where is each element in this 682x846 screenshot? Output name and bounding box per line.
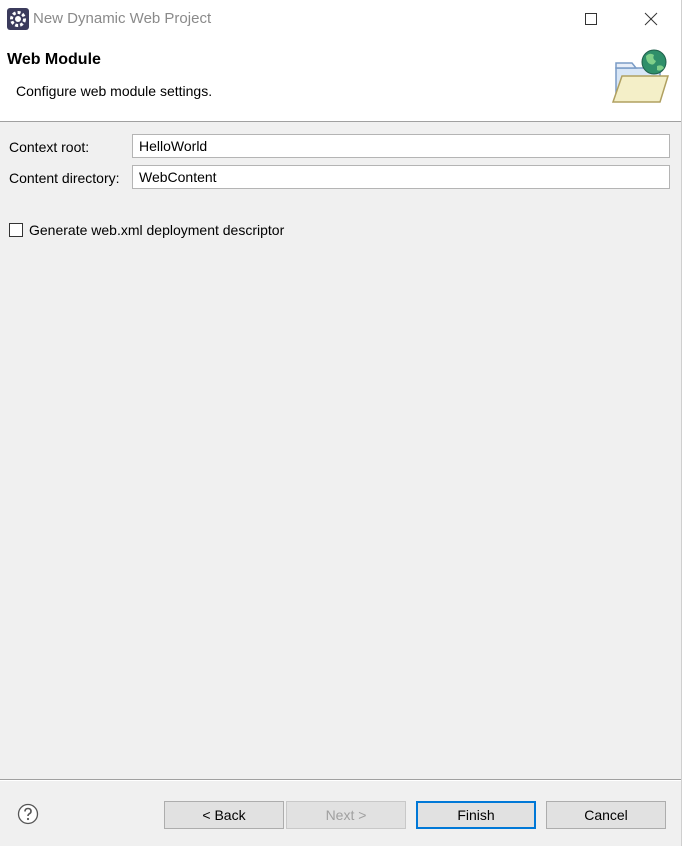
content-directory-label: Content directory: bbox=[9, 170, 120, 186]
finish-button[interactable]: Finish bbox=[416, 801, 536, 829]
context-root-input[interactable] bbox=[132, 134, 670, 158]
generate-web-xml-option[interactable]: Generate web.xml deployment descriptor bbox=[9, 221, 284, 239]
page-title: Web Module bbox=[7, 51, 101, 68]
question-mark-icon[interactable] bbox=[17, 803, 39, 825]
content-directory-input[interactable] bbox=[132, 165, 670, 189]
generate-web-xml-label[interactable]: Generate web.xml deployment descriptor bbox=[29, 222, 284, 238]
wizard-header: Web Module Configure web module settings… bbox=[0, 38, 682, 122]
context-root-label: Context root: bbox=[9, 139, 90, 155]
page-description: Configure web module settings. bbox=[16, 83, 213, 99]
cancel-button[interactable]: Cancel bbox=[546, 801, 666, 829]
window-title: New Dynamic Web Project bbox=[33, 10, 212, 27]
eclipse-gear-icon bbox=[7, 8, 29, 30]
minimize-icon[interactable] bbox=[527, 8, 549, 30]
generate-web-xml-checkbox[interactable] bbox=[9, 223, 23, 237]
title-bar: New Dynamic Web Project bbox=[0, 0, 682, 39]
back-button[interactable]: < Back bbox=[164, 801, 284, 829]
maximize-icon[interactable] bbox=[580, 8, 602, 30]
next-button[interactable]: Next > bbox=[286, 801, 406, 829]
footer-separator bbox=[0, 779, 682, 781]
close-icon[interactable] bbox=[640, 8, 662, 30]
web-folder-globe-icon bbox=[611, 49, 670, 103]
